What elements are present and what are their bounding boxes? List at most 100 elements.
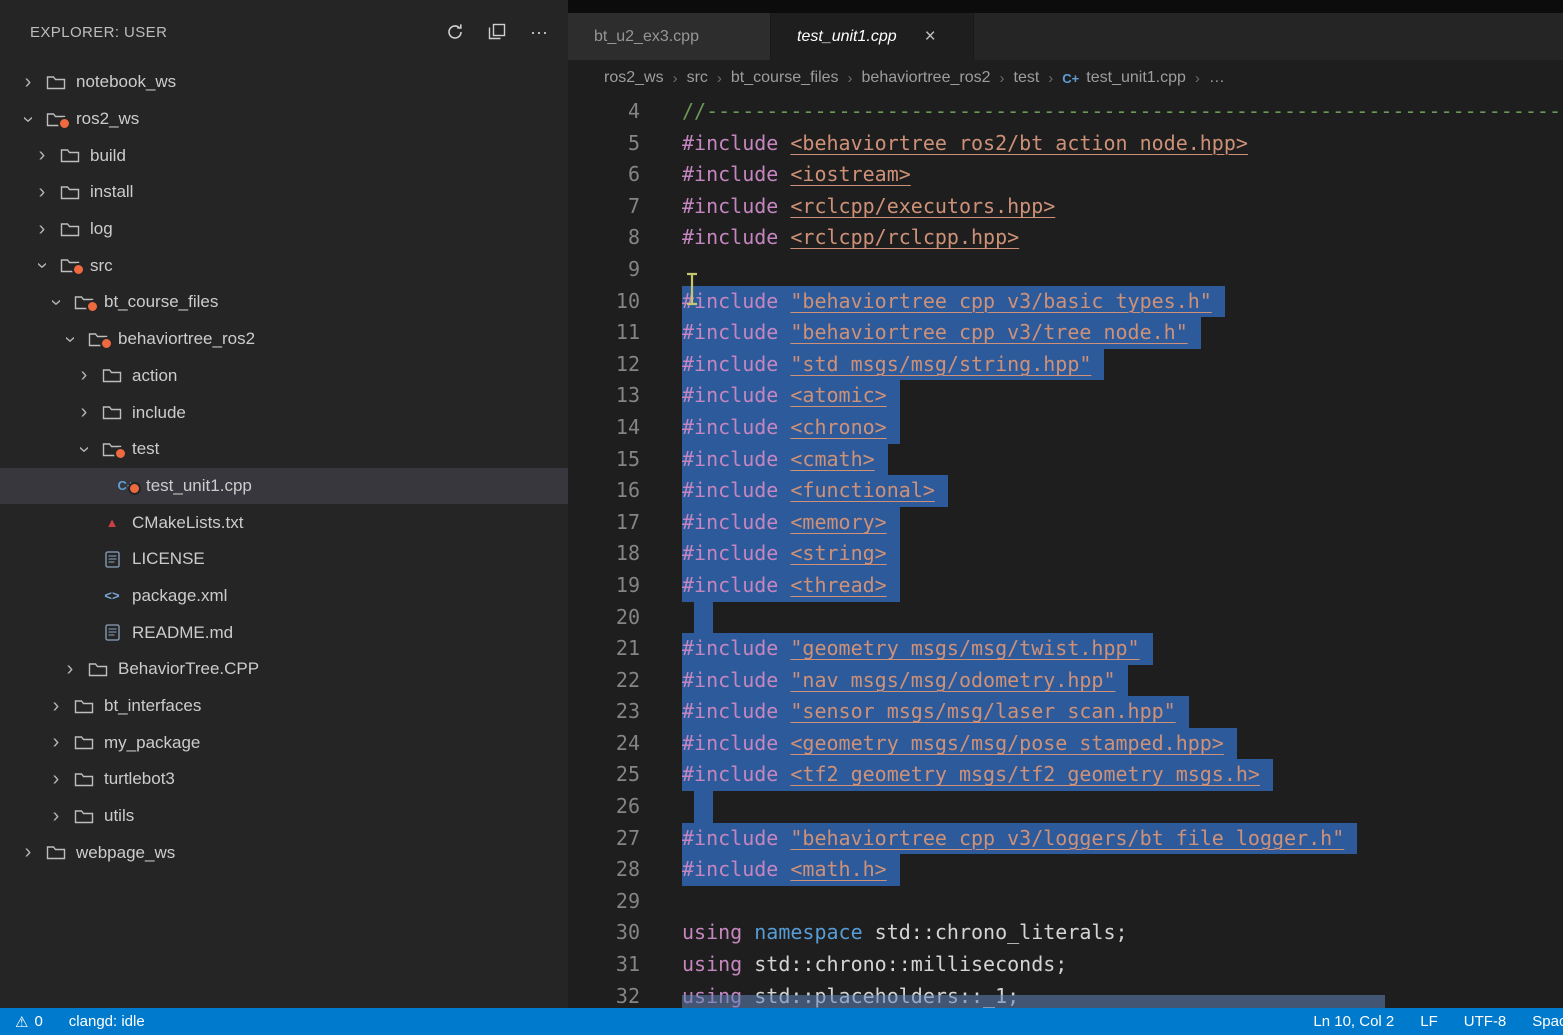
- code-line-30: 30using namespace std::chrono_literals;: [568, 917, 1563, 949]
- tab-bt_u2_ex3[interactable]: bt_u2_ex3.cpp: [568, 13, 771, 60]
- breadcrumb-item-src[interactable]: src: [687, 69, 708, 87]
- tab-test_unit1[interactable]: test_unit1.cpp ×: [771, 13, 974, 60]
- tree-item-bt_interfaces[interactable]: ›bt_interfaces: [0, 688, 568, 725]
- chevron-right-icon: ›: [42, 731, 70, 754]
- tree-item-action[interactable]: ›action: [0, 358, 568, 395]
- code-line-26: 26: [568, 791, 1563, 823]
- tree-item-bt_course_files[interactable]: ›bt_course_files: [0, 284, 568, 321]
- code-content: #include <chrono>: [640, 412, 900, 444]
- tree-item-notebook_ws[interactable]: ›notebook_ws: [0, 64, 568, 101]
- tree-item-webpage_ws[interactable]: ›webpage_ws: [0, 834, 568, 871]
- tree-item-build[interactable]: ›build: [0, 137, 568, 174]
- tree-item-src[interactable]: ›src: [0, 247, 568, 284]
- code-line-10: 10#include "behaviortree_cpp_v3/basic_ty…: [568, 286, 1563, 318]
- tree-item-package.xml[interactable]: <>package.xml: [0, 578, 568, 615]
- folder-icon: [70, 698, 98, 715]
- close-icon[interactable]: ×: [925, 26, 936, 48]
- line-number: 10: [568, 286, 640, 318]
- modified-dot: [58, 117, 71, 130]
- code-line-13: 13#include <atomic>: [568, 380, 1563, 412]
- folder-icon: [98, 441, 126, 458]
- cmake-icon: ▲: [98, 515, 126, 530]
- folder-icon: [70, 294, 98, 311]
- explorer-title: EXPLORER: USER: [30, 24, 442, 41]
- tree-item-label: build: [90, 146, 126, 166]
- status-bar: ⚠ 0 clangd: idle Ln 10, Col 2 LF UTF-8 Spac…: [0, 1008, 1563, 1035]
- folder-icon: [84, 661, 112, 678]
- folder-icon: [70, 808, 98, 825]
- code-line-17: 17#include <memory>: [568, 507, 1563, 539]
- horizontal-scrollbar[interactable]: [682, 995, 1385, 1008]
- tree-item-test_unit1.cpp[interactable]: C+test_unit1.cpp: [0, 468, 568, 505]
- code-line-18: 18#include <string>: [568, 538, 1563, 570]
- chevron-right-icon: ›: [28, 181, 56, 204]
- breadcrumb-item-ros2_ws[interactable]: ros2_ws: [604, 69, 664, 87]
- tree-item-install[interactable]: ›install: [0, 174, 568, 211]
- breadcrumb-separator: ›: [1048, 70, 1053, 87]
- tab-bar: bt_u2_ex3.cpp test_unit1.cpp ×: [568, 13, 1563, 60]
- breadcrumb-separator: ›: [717, 70, 722, 87]
- tree-item-ros2_ws[interactable]: ›ros2_ws: [0, 101, 568, 138]
- editor-group: bt_u2_ex3.cpp test_unit1.cpp × ros2_ws › s…: [568, 0, 1563, 1008]
- code-line-21: 21#include "geometry_msgs/msg/twist.hpp": [568, 633, 1563, 665]
- line-number: 13: [568, 380, 640, 412]
- breadcrumb-item-test[interactable]: test: [1014, 69, 1040, 87]
- line-number: 12: [568, 349, 640, 381]
- code-line-11: 11#include "behaviortree_cpp_v3/tree_nod…: [568, 317, 1563, 349]
- tree-item-turtlebot3[interactable]: ›turtlebot3: [0, 761, 568, 798]
- modified-dot: [72, 263, 85, 276]
- encoding-indicator[interactable]: UTF-8: [1464, 1013, 1507, 1030]
- problems-indicator[interactable]: ⚠ 0: [10, 1013, 48, 1031]
- line-number: 26: [568, 791, 640, 823]
- refresh-icon[interactable]: [442, 19, 468, 45]
- breadcrumb-more[interactable]: …: [1209, 69, 1225, 87]
- chevron-down-icon: ›: [73, 435, 96, 463]
- tree-item-behaviortree_ros2[interactable]: ›behaviortree_ros2: [0, 321, 568, 358]
- code-content: #include <iostream>: [640, 159, 911, 191]
- breadcrumb-separator: ›: [673, 70, 678, 87]
- tree-item-utils[interactable]: ›utils: [0, 798, 568, 835]
- code-line-29: 29: [568, 886, 1563, 918]
- more-actions-icon[interactable]: ···: [526, 19, 552, 45]
- code-line-23: 23#include "sensor_msgs/msg/laser_scan.h…: [568, 696, 1563, 728]
- folder-icon: [70, 771, 98, 788]
- tree-item-LICENSE[interactable]: LICENSE: [0, 541, 568, 578]
- breadcrumb-separator: ›: [1195, 70, 1200, 87]
- code-line-9: 9: [568, 254, 1563, 286]
- breadcrumb-item-file[interactable]: test_unit1.cpp: [1086, 69, 1186, 87]
- tree-item-log[interactable]: ›log: [0, 211, 568, 248]
- tree-item-README.md[interactable]: README.md: [0, 614, 568, 651]
- clangd-status[interactable]: clangd: idle: [64, 1013, 150, 1030]
- code-content: [640, 602, 713, 634]
- code-content: #include <string>: [640, 538, 900, 570]
- tree-item-label: ros2_ws: [76, 109, 139, 129]
- tree-item-include[interactable]: ›include: [0, 394, 568, 431]
- indentation-indicator[interactable]: Spaces: 4: [1532, 1013, 1563, 1030]
- breadcrumb-item-behaviortree_ros2[interactable]: behaviortree_ros2: [862, 69, 991, 87]
- code-line-5: 5#include <behaviortree_ros2/bt_action_n…: [568, 128, 1563, 160]
- code-content: #include <math.h>: [640, 854, 900, 886]
- code-editor[interactable]: 4//-------------------------------------…: [568, 96, 1563, 1008]
- eol-indicator[interactable]: LF: [1420, 1013, 1438, 1030]
- tree-item-label: CMakeLists.txt: [132, 513, 243, 533]
- line-number: 22: [568, 665, 640, 697]
- code-line-24: 24#include <geometry_msgs/msg/pose_stamp…: [568, 728, 1563, 760]
- collapse-folders-icon[interactable]: [484, 19, 510, 45]
- vscode-window: EXPLORER: USER ··· ›notebook_ws›ros2_ws›…: [0, 0, 1563, 1008]
- tree-item-my_package[interactable]: ›my_package: [0, 724, 568, 761]
- line-number: 18: [568, 538, 640, 570]
- tree-item-label: turtlebot3: [104, 769, 175, 789]
- folder-icon: [56, 221, 84, 238]
- tree-item-BehaviorTree.CPP[interactable]: ›BehaviorTree.CPP: [0, 651, 568, 688]
- chevron-right-icon: ›: [70, 401, 98, 424]
- breadcrumb-item-bt_course_files[interactable]: bt_course_files: [731, 69, 839, 87]
- tree-item-label: package.xml: [132, 586, 227, 606]
- status-left: ⚠ 0 clangd: idle: [0, 1013, 150, 1031]
- tree-item-test[interactable]: ›test: [0, 431, 568, 468]
- line-col-indicator[interactable]: Ln 10, Col 2: [1313, 1013, 1394, 1030]
- file-tree: ›notebook_ws›ros2_ws›build›install›log›s…: [0, 64, 568, 1008]
- titlebar-strip: [568, 0, 1563, 13]
- folder-icon: [56, 184, 84, 201]
- tree-item-CMakeLists.txt[interactable]: ▲ CMakeLists.txt: [0, 504, 568, 541]
- tree-item-label: behaviortree_ros2: [118, 329, 255, 349]
